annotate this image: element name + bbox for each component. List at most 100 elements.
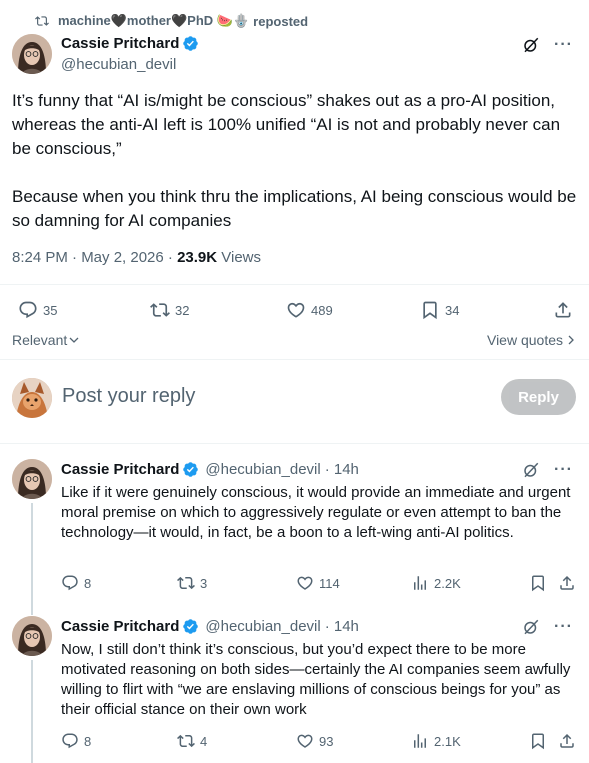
tweet-header-actions: ··· (522, 36, 573, 54)
bookmark-button[interactable] (529, 732, 547, 750)
repost-count: 3 (200, 575, 208, 591)
reply-author-handle[interactable]: @hecubian_devil (205, 618, 320, 635)
reply-header-actions: ··· (522, 461, 573, 479)
like-count: 489 (311, 302, 333, 318)
reply-button[interactable]: 35 (18, 300, 57, 320)
tweet-time[interactable]: 8:24 PM · May 2, 2026 · (12, 249, 177, 266)
reply-icon (61, 574, 79, 592)
views-icon (411, 574, 429, 592)
author-name[interactable]: Cassie Pritchard (61, 35, 199, 52)
reply-header-actions: ··· (522, 618, 573, 636)
reply-tweet[interactable]: Cassie Pritchard @hecubian_devil · 14h ·… (0, 459, 589, 615)
reply-author-name[interactable]: Cassie Pritchard (61, 461, 179, 478)
grok-icon[interactable] (522, 36, 540, 54)
reply-tweet[interactable]: Cassie Pritchard @hecubian_devil · 14h ·… (0, 616, 589, 763)
grok-icon[interactable] (522, 618, 540, 636)
reply-input[interactable]: Post your reply (62, 385, 195, 408)
reply-submit-button[interactable]: Reply (501, 379, 576, 415)
reply-author-avatar[interactable] (12, 459, 52, 499)
reply-time[interactable]: · 14h (325, 618, 359, 635)
bookmark-count: 34 (445, 302, 460, 318)
views-count: 2.1K (434, 733, 461, 749)
views-count: 2.2K (434, 575, 461, 591)
views-button[interactable]: 2.1K (411, 732, 461, 750)
repost-button[interactable]: 32 (150, 300, 189, 320)
reply-text: Now, I still don’t think it’s conscious,… (61, 641, 571, 718)
like-count: 93 (319, 733, 334, 749)
chevron-right-icon (567, 335, 575, 345)
reply-icon (61, 732, 79, 750)
repost-icon (34, 14, 50, 28)
share-button[interactable] (553, 300, 573, 320)
repost-count: 32 (175, 302, 190, 318)
heart-icon (286, 300, 306, 320)
reply-author-avatar[interactable] (12, 616, 52, 656)
repost-count: 4 (200, 733, 208, 749)
reply-author-handle[interactable]: @hecubian_devil (205, 461, 320, 478)
verified-badge-icon (182, 35, 199, 52)
repost-icon (177, 732, 195, 750)
thread-line (31, 660, 33, 763)
like-count: 114 (319, 575, 340, 591)
repost-label: reposted (253, 13, 309, 29)
bookmark-button[interactable] (529, 574, 547, 592)
bookmark-button[interactable]: 34 (420, 300, 459, 320)
sort-dropdown[interactable]: Relevant (12, 332, 79, 348)
reply-author-name[interactable]: Cassie Pritchard (61, 618, 179, 635)
more-icon[interactable]: ··· (554, 37, 573, 53)
reply-count: 8 (84, 575, 92, 591)
heart-icon (296, 574, 314, 592)
author-handle[interactable]: @hecubian_devil (61, 56, 176, 73)
repost-icon (150, 300, 170, 320)
reply-button[interactable]: 8 (61, 574, 91, 592)
thread-line (31, 503, 33, 615)
repost-button[interactable]: 3 (177, 574, 207, 592)
chevron-down-icon (69, 335, 79, 345)
tweet-text: It’s funny that “AI is/might be consciou… (12, 91, 577, 230)
tweet-meta: 8:24 PM · May 2, 2026 · 23.9K Views (12, 249, 261, 266)
share-button[interactable] (558, 574, 576, 592)
views-button[interactable]: 2.2K (411, 574, 461, 592)
bookmark-icon (529, 732, 547, 750)
bookmark-icon (420, 300, 440, 320)
share-button[interactable] (558, 732, 576, 750)
reply-text: Like if it were genuinely conscious, it … (61, 484, 571, 541)
author-avatar[interactable] (12, 34, 52, 74)
bookmark-icon (529, 574, 547, 592)
reply-time[interactable]: · 14h (325, 461, 359, 478)
views-count: 23.9K (177, 249, 218, 266)
reply-count: 8 (84, 733, 92, 749)
author-name-text[interactable]: Cassie Pritchard (61, 35, 179, 52)
repost-icon (177, 574, 195, 592)
views-icon (411, 732, 429, 750)
repost-button[interactable]: 4 (177, 732, 207, 750)
verified-badge-icon (182, 461, 199, 478)
share-icon (558, 574, 576, 592)
sort-label: Relevant (12, 332, 68, 348)
divider (0, 443, 589, 444)
share-icon (553, 300, 573, 320)
like-button[interactable]: 93 (296, 732, 333, 750)
heart-icon (296, 732, 314, 750)
repost-header: machine🖤mother🖤PhD 🍉🪬 reposted (34, 12, 308, 30)
like-button[interactable]: 489 (286, 300, 333, 320)
reply-button[interactable]: 8 (61, 732, 91, 750)
views-label: Views (217, 249, 262, 266)
more-icon[interactable]: ··· (554, 462, 573, 478)
view-quotes-label: View quotes (486, 332, 563, 348)
repost-user[interactable]: machine🖤mother🖤PhD 🍉🪬 (58, 13, 249, 29)
reply-count: 35 (43, 302, 58, 318)
view-quotes-link[interactable]: View quotes (487, 332, 575, 348)
reply-header: Cassie Pritchard @hecubian_devil · 14h (61, 461, 359, 478)
composer-avatar (12, 378, 52, 418)
more-icon[interactable]: ··· (554, 619, 573, 635)
verified-badge-icon (182, 618, 199, 635)
share-icon (558, 732, 576, 750)
like-button[interactable]: 114 (296, 574, 340, 592)
divider (0, 284, 589, 285)
divider (0, 359, 589, 360)
grok-icon[interactable] (522, 461, 540, 479)
reply-icon (18, 300, 38, 320)
tweet-action-bar: 35 32 489 34 (0, 298, 589, 322)
reply-header: Cassie Pritchard @hecubian_devil · 14h (61, 618, 359, 635)
